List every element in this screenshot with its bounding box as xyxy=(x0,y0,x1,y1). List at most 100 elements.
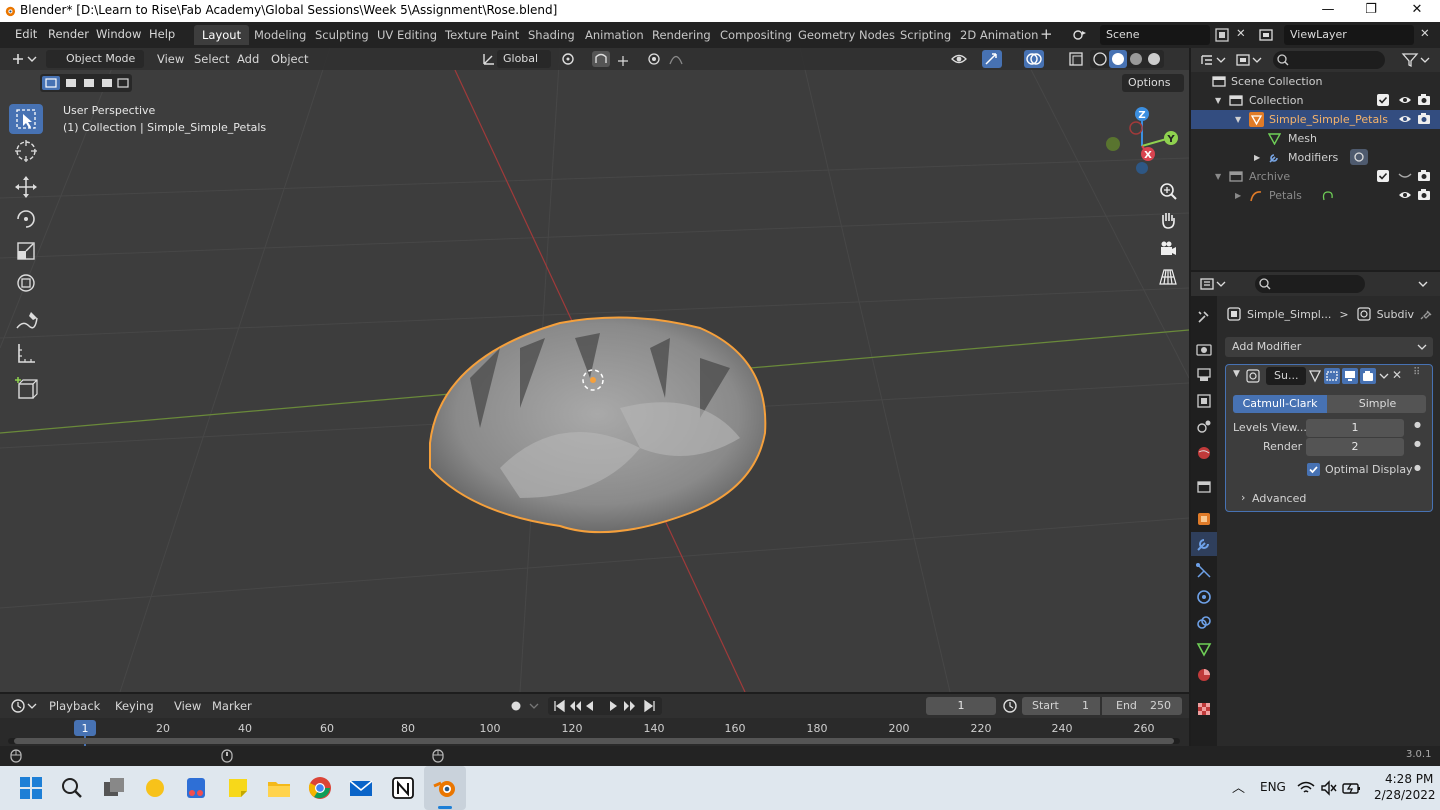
widget-app-icon[interactable] xyxy=(141,774,169,802)
mail-icon[interactable] xyxy=(347,774,375,802)
render-camera-icon[interactable] xyxy=(1417,93,1431,106)
new-scene-icon[interactable] xyxy=(1214,27,1230,43)
properties-search-input[interactable] xyxy=(1255,275,1365,293)
tool-transform[interactable] xyxy=(9,268,43,298)
advanced-expand-icon[interactable]: › xyxy=(1241,491,1245,504)
tab-data-icon[interactable] xyxy=(1195,640,1213,658)
preview-range-clock-icon[interactable] xyxy=(1002,698,1018,714)
tool-rotate[interactable] xyxy=(9,204,43,234)
timeline-menu-playback[interactable]: Playback xyxy=(49,699,100,713)
levels-viewport-field[interactable]: 1 xyxy=(1306,419,1404,437)
outliner-row-archive[interactable]: ▼ Archive xyxy=(1191,167,1440,186)
windows-start-icon[interactable] xyxy=(17,774,45,802)
snipping-tool-icon[interactable] xyxy=(182,774,210,802)
keyframe-dot-icon[interactable]: ● xyxy=(1414,420,1421,429)
show-overlays-button[interactable] xyxy=(1024,50,1044,68)
speaker-muted-icon[interactable] xyxy=(1320,780,1338,796)
editor-type-icon[interactable] xyxy=(10,51,38,67)
tab-texture-paint[interactable]: Texture Paint xyxy=(437,25,527,45)
menu-help[interactable]: Help xyxy=(149,27,175,41)
rose-mesh-object[interactable] xyxy=(429,316,767,534)
tab-uv-editing[interactable]: UV Editing xyxy=(369,25,445,45)
file-explorer-icon[interactable] xyxy=(265,774,293,802)
outliner-row-petals[interactable]: ▶ Petals xyxy=(1191,186,1440,205)
zoom-view-button[interactable] xyxy=(1155,179,1181,205)
timeline-menu-marker[interactable]: Marker xyxy=(212,699,252,713)
tab-modeling[interactable]: Modeling xyxy=(246,25,314,45)
drag-handle-icon[interactable]: ⠿ xyxy=(1413,367,1420,378)
tab-2d-animation[interactable]: 2D Animation xyxy=(952,25,1046,45)
taskbar-blender-active[interactable] xyxy=(424,766,466,810)
maximize-button[interactable]: ❐ xyxy=(1356,2,1386,20)
add-modifier-dropdown[interactable]: Add Modifier xyxy=(1225,337,1433,357)
tab-world-icon[interactable] xyxy=(1195,444,1213,462)
display-mode-icon[interactable] xyxy=(1235,52,1263,68)
minimize-button[interactable]: — xyxy=(1313,2,1343,20)
properties-editor-type-icon[interactable] xyxy=(1199,276,1227,292)
viewport-menu-select[interactable]: Select xyxy=(194,52,229,66)
expand-arrow-icon[interactable]: ▼ xyxy=(1235,115,1241,124)
checkbox-checked-icon[interactable] xyxy=(1377,94,1389,106)
tool-select-box[interactable] xyxy=(9,104,43,134)
pivot-point-icon[interactable] xyxy=(560,51,584,67)
keyframe-dot-icon[interactable]: ● xyxy=(1414,439,1421,448)
start-frame-field[interactable]: Start 1 xyxy=(1022,697,1100,715)
keyframe-dot-icon[interactable]: ● xyxy=(1414,463,1421,472)
outliner-editor-type-icon[interactable] xyxy=(1199,52,1227,68)
search-icon[interactable] xyxy=(58,774,86,802)
outliner-row-collection[interactable]: ▼ Collection xyxy=(1191,91,1440,110)
timeline-editor-type-icon[interactable] xyxy=(10,698,38,714)
tab-scripting[interactable]: Scripting xyxy=(892,25,959,45)
menu-render[interactable]: Render xyxy=(48,27,89,41)
navigation-gizmo[interactable]: Z Y X xyxy=(1100,106,1186,180)
tab-scene-icon[interactable] xyxy=(1195,418,1213,436)
tool-cursor[interactable] xyxy=(9,136,43,166)
tab-sculpting[interactable]: Sculpting xyxy=(307,25,377,45)
camera-view-button[interactable] xyxy=(1155,236,1181,262)
tool-add-cube[interactable] xyxy=(9,374,43,404)
battery-icon[interactable] xyxy=(1342,780,1362,796)
outliner-row-scene-collection[interactable]: Scene Collection xyxy=(1191,72,1440,91)
selection-mode-icons[interactable] xyxy=(40,74,132,92)
delete-scene-icon[interactable]: ✕ xyxy=(1236,26,1246,40)
viewport-menu-add[interactable]: Add xyxy=(237,52,259,66)
show-hidden-icons-chevron[interactable]: ︿ xyxy=(1232,777,1245,796)
pin-icon[interactable] xyxy=(1419,307,1433,321)
sticky-notes-icon[interactable] xyxy=(224,774,252,802)
tool-annotate[interactable] xyxy=(9,306,43,336)
snap-icon[interactable] xyxy=(592,51,638,67)
end-frame-field[interactable]: End 250 xyxy=(1102,697,1182,715)
tab-object-icon[interactable] xyxy=(1195,510,1213,528)
tab-shading[interactable]: Shading xyxy=(520,25,583,45)
outliner-row-simple-petals[interactable]: ▼ Simple_Simple_Petals xyxy=(1191,110,1440,129)
eye-icon[interactable] xyxy=(1398,189,1412,201)
expand-arrow-icon[interactable]: ▼ xyxy=(1215,172,1221,181)
taskbar-clock-date[interactable]: 2/28/2022 xyxy=(1374,788,1436,802)
chevron-down-icon[interactable] xyxy=(1417,278,1429,290)
tab-view-layer-icon[interactable] xyxy=(1195,392,1213,410)
tab-collection-icon[interactable] xyxy=(1195,478,1213,496)
add-workspace-button[interactable]: + xyxy=(1040,25,1053,43)
outliner-row-mesh[interactable]: Mesh xyxy=(1191,129,1440,148)
eye-icon[interactable] xyxy=(1398,113,1412,125)
tab-material-icon[interactable] xyxy=(1195,666,1213,684)
eye-closed-icon[interactable] xyxy=(1398,171,1412,181)
mode-selector[interactable]: Object Mode xyxy=(46,50,144,68)
orientation-selector[interactable]: Global xyxy=(497,50,551,68)
subdivision-modifier-icon[interactable] xyxy=(1350,149,1368,165)
remove-modifier-icon[interactable]: ✕ xyxy=(1392,368,1402,382)
timeline-scrollbar[interactable] xyxy=(8,738,1180,744)
collapse-arrow-icon[interactable]: ▼ xyxy=(1233,369,1240,379)
tool-measure[interactable] xyxy=(9,338,43,368)
render-camera-icon[interactable] xyxy=(1417,169,1431,182)
catmull-clark-button[interactable]: Catmull-Clark xyxy=(1233,395,1327,413)
timeline-ruler[interactable]: 1 20 40 60 80 100 120 140 160 180 200 22… xyxy=(0,718,1189,746)
playback-buttons-icon[interactable] xyxy=(548,697,662,715)
taskbar-clock-time[interactable]: 4:28 PM xyxy=(1385,772,1433,786)
render-camera-icon[interactable] xyxy=(1417,188,1431,201)
tab-texture-icon[interactable] xyxy=(1195,700,1213,718)
wifi-icon[interactable] xyxy=(1297,780,1315,796)
render-levels-field[interactable]: 2 xyxy=(1306,438,1404,456)
proportional-editing-icon[interactable] xyxy=(646,51,692,67)
input-language[interactable]: ENG xyxy=(1260,780,1286,794)
